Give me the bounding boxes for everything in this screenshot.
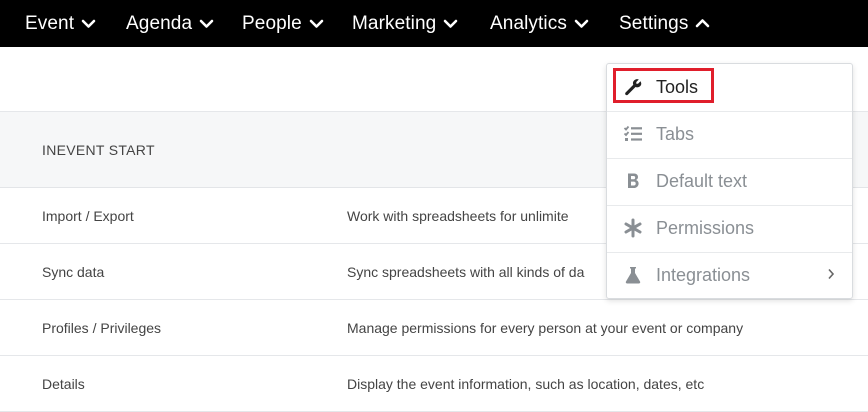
nav-settings-label: Settings <box>619 12 689 34</box>
table-row[interactable]: Profiles / Privileges Manage permissions… <box>0 300 868 356</box>
row-name: Sync data <box>42 264 105 280</box>
chevron-down-icon <box>574 16 589 31</box>
chevron-down-icon <box>81 16 96 31</box>
menu-item-permissions[interactable]: Permissions <box>607 205 852 253</box>
nav-agenda[interactable]: Agenda <box>126 0 214 47</box>
nav-event-label: Event <box>25 12 75 34</box>
table-row[interactable]: Details Display the event information, s… <box>0 356 868 412</box>
nav-agenda-label: Agenda <box>126 12 193 34</box>
chevron-down-icon <box>443 16 458 31</box>
chevron-down-icon <box>199 16 214 31</box>
section-title: INEVENT START <box>42 142 155 158</box>
menu-item-label: Default text <box>656 171 748 191</box>
menu-item-label: Tools <box>656 77 699 97</box>
flask-icon <box>623 265 643 285</box>
row-description: Manage permissions for every person at y… <box>347 320 744 336</box>
row-name: Details <box>42 376 85 392</box>
menu-item-label: Permissions <box>656 218 755 238</box>
menu-item-integrations[interactable]: Integrations <box>607 252 852 299</box>
settings-dropdown-menu: Tools Tabs Default text Permissions Inte… <box>606 63 853 299</box>
checklist-icon <box>623 124 643 144</box>
wrench-icon <box>623 77 643 97</box>
chevron-down-icon <box>309 16 324 31</box>
menu-item-default-text[interactable]: Default text <box>607 158 852 206</box>
row-name: Profiles / Privileges <box>42 320 162 336</box>
row-name: Import / Export <box>42 208 134 224</box>
row-description: Display the event information, such as l… <box>347 376 705 392</box>
nav-marketing[interactable]: Marketing <box>352 0 458 47</box>
row-description: Work with spreadsheets for unlimite <box>347 208 569 224</box>
menu-item-tabs[interactable]: Tabs <box>607 111 852 159</box>
menu-item-tools[interactable]: Tools <box>607 64 852 112</box>
nav-analytics-label: Analytics <box>490 12 567 34</box>
nav-people[interactable]: People <box>242 0 324 47</box>
nav-analytics[interactable]: Analytics <box>490 0 589 47</box>
chevron-up-icon <box>695 16 710 31</box>
top-navigation: Event Agenda People Marketing Analytics … <box>0 0 868 47</box>
asterisk-icon <box>623 218 643 238</box>
bold-icon <box>623 171 643 191</box>
nav-marketing-label: Marketing <box>352 12 437 34</box>
nav-people-label: People <box>242 12 302 34</box>
menu-item-label: Tabs <box>656 124 695 144</box>
chevron-right-icon <box>826 267 836 281</box>
nav-event[interactable]: Event <box>25 0 96 47</box>
menu-item-label: Integrations <box>656 265 751 285</box>
row-description: Sync spreadsheets with all kinds of da <box>347 264 585 280</box>
nav-settings[interactable]: Settings <box>619 0 710 47</box>
